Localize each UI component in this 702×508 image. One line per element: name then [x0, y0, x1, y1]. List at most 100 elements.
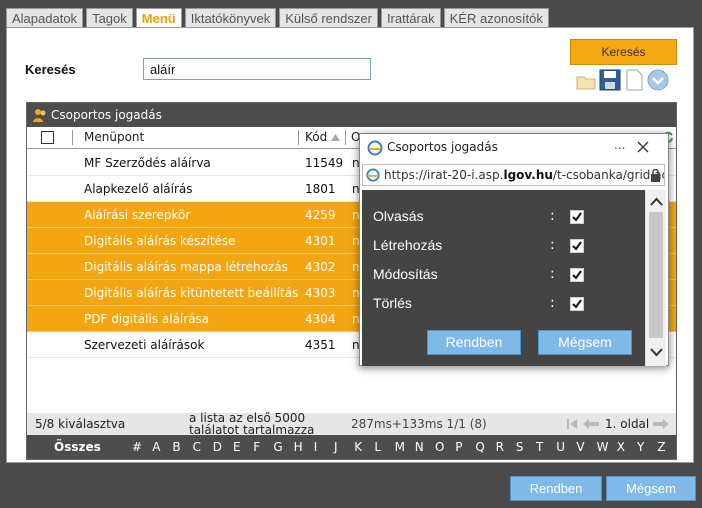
search-button[interactable]: Keresés: [570, 39, 677, 65]
tab-kulso-rendszer[interactable]: Külső rendszer: [279, 8, 378, 28]
alphabet-letter[interactable]: R: [496, 435, 504, 459]
address-bar[interactable]: https://irat-20-i.asp.lgov.hu/t-csobanka…: [362, 164, 665, 186]
column-divider: [345, 130, 346, 145]
permission-checkbox[interactable]: [570, 210, 584, 224]
tab-menu[interactable]: Menü: [135, 8, 182, 28]
next-page-icon[interactable]: [653, 418, 669, 430]
column-divider: [298, 130, 299, 145]
checkmark-icon: [572, 299, 582, 309]
lock-icon: [651, 169, 660, 182]
alphabet-letter[interactable]: J: [334, 435, 338, 459]
column-divider: [72, 130, 73, 145]
popup-cancel-button[interactable]: Mégsem: [538, 330, 632, 355]
selection-count: 5/8 kiválasztva: [35, 417, 126, 431]
alphabet-letter[interactable]: E: [233, 435, 241, 459]
alphabet-letter[interactable]: Q: [475, 435, 484, 459]
popup-scrollbar[interactable]: [645, 190, 666, 366]
permission-checkbox[interactable]: [570, 239, 584, 253]
alphabet-letter[interactable]: W: [597, 435, 609, 459]
permission-label: Módosítás: [373, 266, 438, 282]
alphabet-letter[interactable]: D: [213, 435, 222, 459]
alphabet-letter[interactable]: S: [516, 435, 524, 459]
alphabet-letter[interactable]: V: [576, 435, 584, 459]
url-prefix: https://irat-20-i.asp.: [384, 168, 504, 182]
row-menupont: Aláírási szerepkör: [84, 208, 191, 222]
tab-bar: Alapadatok Tagok Menü Iktatókönyvek Küls…: [6, 8, 552, 28]
permissions-popup: Csoportos jogadás ... https://irat-20-i.…: [359, 133, 669, 366]
save-icon[interactable]: [599, 69, 621, 91]
page-indicator: 1. oldal: [605, 417, 650, 431]
permission-label: Létrehozás: [373, 237, 443, 253]
new-document-icon[interactable]: [623, 69, 645, 91]
tab-irattarak[interactable]: Irattárak: [380, 8, 441, 28]
scroll-down-icon[interactable]: [650, 348, 663, 357]
grid-footer: 5/8 kiválasztva a lista az első 5000 tal…: [27, 412, 676, 435]
checkmark-icon: [572, 241, 582, 251]
popup-ok-button[interactable]: Rendben: [427, 330, 521, 355]
alphabet-letter[interactable]: P: [455, 435, 462, 459]
row-kod: 4351: [305, 338, 336, 352]
alphabet-letter[interactable]: F: [253, 435, 260, 459]
chevron-down-icon[interactable]: [647, 69, 669, 91]
permission-checkbox[interactable]: [570, 268, 584, 282]
url-suffix: /t-csobanka/grid.ac: [552, 168, 665, 182]
tab-ker-azonositok[interactable]: KÉR azonosítók: [443, 8, 549, 28]
permission-label: Olvasás: [373, 208, 424, 224]
permission-label: Törlés: [373, 295, 412, 311]
tab-tagok[interactable]: Tagok: [86, 8, 133, 28]
column-header-kod[interactable]: Kód: [305, 127, 327, 148]
alphabet-letter[interactable]: M: [395, 435, 405, 459]
alphabet-letter[interactable]: N: [415, 435, 424, 459]
folder-icon[interactable]: [575, 69, 597, 91]
scroll-up-icon[interactable]: [650, 197, 663, 206]
alphabet-letter[interactable]: O: [435, 435, 444, 459]
alphabet-letter[interactable]: U: [556, 435, 565, 459]
permission-separator: :: [550, 208, 555, 224]
alphabet-letter[interactable]: #: [132, 435, 142, 459]
alphabet-letter[interactable]: C: [193, 435, 201, 459]
row-menupont: Digitális aláírás készítése: [84, 234, 236, 248]
bottom-ok-button[interactable]: Rendben: [510, 476, 602, 501]
alphabet-letter[interactable]: K: [354, 435, 362, 459]
browser-icon: [367, 140, 383, 156]
row-kod: 4259: [305, 208, 336, 222]
permission-checkbox[interactable]: [570, 297, 584, 311]
row-menupont: MF Szerződés aláírva: [84, 156, 211, 170]
alphabet-letter[interactable]: G: [273, 435, 282, 459]
close-icon[interactable]: [637, 141, 649, 153]
row-menupont: PDF digitális aláírása: [84, 312, 210, 326]
row-menupont: Alapkezelő aláírás: [84, 182, 193, 196]
select-all-checkbox[interactable]: [41, 131, 54, 144]
sort-asc-icon[interactable]: [331, 134, 340, 141]
alphabet-letter[interactable]: H: [294, 435, 303, 459]
bottom-cancel-button[interactable]: Mégsem: [606, 476, 696, 501]
row-kod: 1801: [305, 182, 336, 196]
previous-page-icon[interactable]: [583, 418, 599, 430]
tab-iktatokonyvek[interactable]: Iktatókönyvek: [184, 8, 277, 28]
alphabet-letter[interactable]: X: [617, 435, 625, 459]
grid-title-text: Csoportos jogadás: [51, 108, 162, 122]
browser-page-icon: [366, 168, 380, 182]
alphabet-letter[interactable]: L: [374, 435, 381, 459]
timing-info: 287ms+133ms 1/1 (8): [351, 417, 487, 431]
checkmark-icon: [572, 270, 582, 280]
column-header-menupont[interactable]: Menüpont: [84, 127, 144, 148]
alphabet-letter[interactable]: T: [536, 435, 543, 459]
tab-alapadatok[interactable]: Alapadatok: [6, 8, 84, 28]
search-input[interactable]: [143, 58, 371, 80]
alphabet-all[interactable]: Összes: [54, 435, 101, 459]
url-text: https://irat-20-i.asp.lgov.hu/t-csobanka…: [384, 165, 665, 185]
alphabet-letter[interactable]: A: [152, 435, 160, 459]
alphabet-letter[interactable]: I: [314, 435, 318, 459]
scrollbar-thumb[interactable]: [649, 212, 663, 338]
grid-title: Csoportos jogadás: [27, 103, 676, 127]
more-options-icon[interactable]: ...: [614, 138, 625, 152]
alphabet-letter[interactable]: Y: [637, 435, 644, 459]
alphabet-letter[interactable]: B: [172, 435, 180, 459]
row-kod: 4302: [305, 260, 336, 274]
list-limit-note: a lista az első 5000 találatot tartalmaz…: [189, 412, 315, 434]
row-kod: 11549: [305, 156, 344, 170]
first-page-icon[interactable]: [567, 418, 577, 430]
search-label: Keresés: [25, 62, 76, 77]
alphabet-letter[interactable]: Z: [657, 435, 665, 459]
